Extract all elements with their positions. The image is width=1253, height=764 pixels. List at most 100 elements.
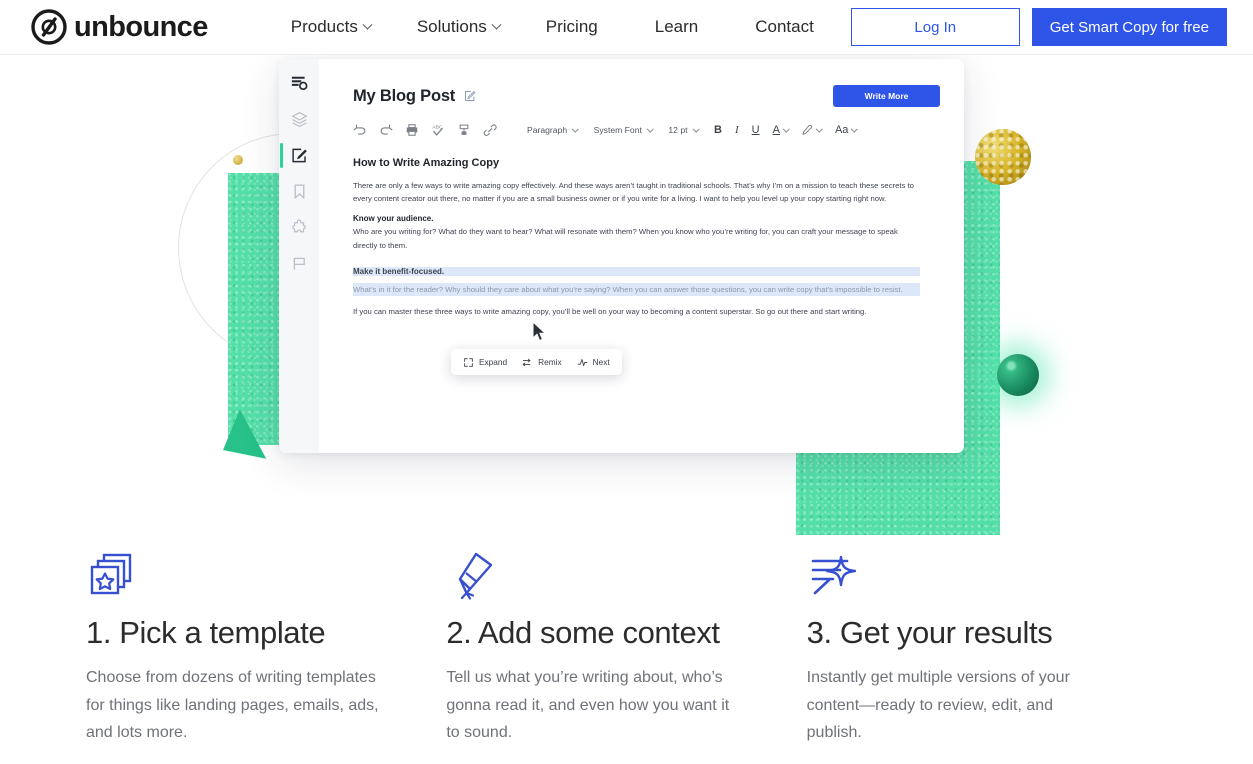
app-sidebar — [279, 59, 319, 453]
get-smart-copy-button[interactable]: Get Smart Copy for free — [1031, 8, 1227, 46]
text-case-button[interactable]: Aa — [834, 124, 858, 136]
feature-body-3: Instantly get multiple versions of your … — [806, 669, 1070, 742]
nav-item-learn[interactable]: Learn — [621, 17, 732, 37]
feature-heading-3: 3. Get your results — [806, 615, 1053, 650]
top-navigation-bar: unbounce Products Solutions Pricing Lear… — [0, 0, 1253, 55]
flag-icon[interactable] — [291, 255, 308, 272]
layers-icon[interactable] — [290, 111, 308, 128]
bookmark-icon[interactable] — [291, 183, 308, 200]
text-color-label: A — [772, 124, 780, 136]
chevron-down-icon — [851, 125, 858, 132]
redo-icon[interactable] — [379, 123, 393, 137]
remix-label: Remix — [538, 357, 562, 367]
document-paragraph-2: Who are you writing for? What do they wa… — [353, 227, 898, 250]
app-main-panel: My Blog Post Write More ABC Paragraph Sy… — [319, 59, 964, 453]
expand-arrows-icon — [464, 357, 473, 367]
feature-card-3: 3. Get your results Instantly get multip… — [807, 545, 1167, 764]
decorative-gold-sphere — [975, 129, 1031, 185]
nav-item-solutions[interactable]: Solutions — [394, 17, 523, 37]
nav-links: Products Solutions Pricing Learn Contact — [268, 17, 837, 37]
pencil-writing-sparkle-icon — [459, 552, 493, 600]
document-toolbar: ABC Paragraph System Font 12 pt B I U A … — [319, 107, 964, 137]
font-family-value: System Font — [593, 125, 642, 135]
nav-actions: Log In Get Smart Copy for free — [850, 8, 1227, 46]
italic-button[interactable]: I — [735, 124, 739, 136]
hero-section: My Blog Post Write More ABC Paragraph Sy… — [0, 55, 1253, 535]
expand-label: Expand — [479, 357, 508, 367]
lines-sparkle-results-icon — [811, 555, 856, 595]
paragraph-style-select[interactable]: Paragraph — [527, 125, 579, 135]
pulse-wave-icon — [577, 358, 587, 366]
document-settings-icon[interactable] — [291, 75, 308, 92]
nav-item-pricing[interactable]: Pricing — [523, 17, 621, 37]
decorative-gold-dot — [233, 155, 243, 165]
document-title: My Blog Post — [353, 86, 456, 105]
link-icon[interactable] — [483, 123, 497, 137]
nav-label: Learn — [654, 17, 699, 36]
feature-body-1: Choose from dozens of writing templates … — [86, 669, 379, 742]
undo-icon[interactable] — [353, 123, 367, 137]
selection-float-toolbar: Expand Remix Next — [451, 349, 622, 375]
edit-square-icon — [291, 148, 307, 163]
feature-heading-1: 1. Pick a template — [86, 615, 326, 650]
nav-label: Pricing — [545, 17, 598, 36]
document-heading: How to Write Amazing Copy — [353, 157, 500, 169]
document-subhead-2-selected: Make it benefit-focused. — [353, 266, 920, 276]
feature-card-2: 2. Add some context Tell us what you’re … — [446, 545, 806, 764]
feature-body-2: Tell us what you’re writing about, who’s… — [446, 669, 730, 742]
document-header: My Blog Post Write More — [319, 85, 964, 107]
feature-icon-wrap-1 — [86, 545, 386, 601]
login-button[interactable]: Log In — [850, 8, 1020, 46]
remix-action[interactable]: Remix — [522, 357, 562, 368]
chevron-down-icon — [362, 19, 373, 30]
document-paragraph-3-selected: What’s in it for the reader? Why should … — [353, 282, 920, 297]
bold-button[interactable]: B — [714, 124, 722, 136]
expand-action[interactable]: Expand — [463, 357, 507, 368]
edit-pencil-square-icon[interactable] — [464, 90, 476, 102]
chevron-down-icon — [816, 125, 823, 132]
underline-button[interactable]: U — [752, 124, 760, 136]
write-more-button[interactable]: Write More — [833, 85, 940, 107]
text-case-label: Aa — [834, 124, 849, 136]
nav-label: Solutions — [416, 17, 487, 36]
document-body[interactable]: How to Write Amazing Copy There are only… — [319, 137, 964, 318]
stacked-cards-star-icon — [90, 553, 132, 595]
puzzle-piece-icon[interactable] — [291, 219, 308, 236]
next-label: Next — [592, 357, 610, 367]
document-paragraph-4: If you can master these three ways to wr… — [353, 307, 867, 317]
clear-formatting-icon[interactable] — [457, 123, 471, 137]
document-subhead-1: Know your audience. — [353, 214, 434, 224]
text-color-button[interactable]: A — [772, 124, 790, 136]
nav-label: Products — [290, 17, 358, 36]
chevron-down-icon — [783, 125, 790, 132]
chevron-down-icon — [646, 125, 654, 132]
feature-icon-wrap-3 — [807, 545, 1107, 601]
font-family-select[interactable]: System Font — [593, 125, 654, 135]
highlight-button[interactable] — [801, 124, 823, 136]
feature-icon-wrap-2 — [446, 545, 746, 601]
features-section: 1. Pick a template Choose from dozens of… — [0, 545, 1253, 764]
next-action[interactable]: Next — [577, 357, 610, 368]
document-paragraph-1: There are only a few ways to write amazi… — [353, 181, 914, 204]
nav-item-products[interactable]: Products — [268, 17, 394, 37]
app-mockup-card: My Blog Post Write More ABC Paragraph Sy… — [279, 59, 964, 453]
decorative-green-sphere — [997, 354, 1039, 396]
chevron-down-icon — [692, 125, 699, 132]
chevron-down-icon — [572, 125, 579, 132]
feature-heading-2: 2. Add some context — [446, 615, 720, 650]
shuffle-arrows-icon — [522, 358, 531, 366]
edit-square-sidebar-item[interactable] — [279, 143, 308, 168]
logo[interactable]: unbounce — [31, 9, 208, 45]
font-size-select[interactable]: 12 pt — [668, 125, 699, 135]
active-indicator — [279, 143, 283, 168]
chevron-down-icon — [491, 19, 502, 30]
print-icon[interactable] — [405, 123, 419, 137]
spellcheck-icon[interactable]: ABC — [431, 123, 445, 137]
nav-label: Contact — [755, 17, 814, 36]
feature-card-1: 1. Pick a template Choose from dozens of… — [86, 545, 446, 764]
paragraph-style-value: Paragraph — [527, 125, 568, 135]
mouse-cursor-icon — [532, 321, 547, 342]
font-size-value: 12 pt — [668, 125, 688, 135]
logo-text: unbounce — [74, 10, 208, 43]
nav-item-contact[interactable]: Contact — [732, 17, 837, 37]
